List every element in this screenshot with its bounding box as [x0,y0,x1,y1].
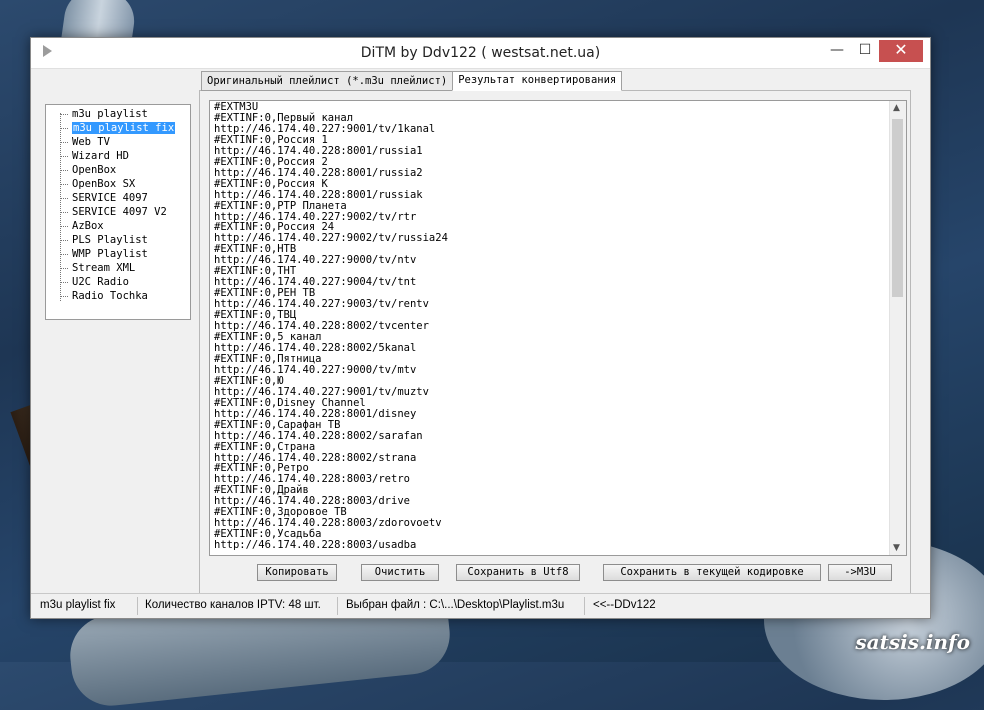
close-button[interactable]: ✕ [879,40,923,62]
title-bar[interactable]: DiTM by Ddv122 ( westsat.net.ua) — ☐ ✕ [31,38,930,69]
watermark: satsis.info [855,630,970,654]
result-line: http://46.174.40.228:8002/sarafan [214,429,423,442]
result-line: http://46.174.40.228:8003/usadba [214,539,417,552]
format-item[interactable]: Radio Tochka [46,289,190,303]
status-bar: m3u playlist fix Количество каналов IPTV… [31,593,930,618]
format-item[interactable]: OpenBox [46,163,190,177]
scrollbar-thumb[interactable] [892,119,903,297]
status-file: Выбран файл : C:\...\Desktop\Playlist.m3… [346,599,565,611]
status-separator [584,597,585,615]
result-line: #EXTINF:0,РТР Планета [214,199,347,212]
result-line: http://46.174.40.228:8001/disney [214,407,417,420]
scroll-up-arrow-icon[interactable]: ▲ [893,103,900,113]
tab-original-playlist[interactable]: Оригинальный плейлист (*.m3u плейлист) [201,71,454,91]
copy-button[interactable]: Копировать [257,564,337,581]
result-line: #EXTINF:0,Страна [214,440,316,453]
result-text-area[interactable]: #EXTM3U #EXTINF:0,Первый канал http://46.1… [209,100,907,556]
status-separator [337,597,338,615]
status-channel-count: Количество каналов IPTV: 48 шт. [145,599,321,611]
format-item[interactable]: Web TV [46,135,190,149]
format-list[interactable]: m3u playlist m3u playlist fix Web TV Wiz… [45,104,191,320]
format-item[interactable]: Stream XML [46,261,190,275]
save-utf8-button[interactable]: Сохранить в Utf8 [456,564,580,581]
tab-strip: Оригинальный плейлист (*.m3u плейлист) Ре… [201,71,623,91]
result-line: #EXTINF:0,Россия К [214,177,328,190]
result-text: #EXTM3U #EXTINF:0,Первый канал http://46.1… [214,102,448,551]
vertical-scrollbar[interactable]: ▲ ▼ [889,101,906,555]
app-window: DiTM by Ddv122 ( westsat.net.ua) — ☐ ✕ О… [30,37,931,619]
status-format: m3u playlist fix [40,599,116,611]
format-item[interactable]: WMP Playlist [46,247,190,261]
scroll-down-arrow-icon[interactable]: ▼ [893,543,900,553]
save-current-encoding-button[interactable]: Сохранить в текущей кодировке [603,564,821,581]
convert-to-m3u-button[interactable]: ->M3U [828,564,892,581]
status-separator [137,597,138,615]
format-item[interactable]: m3u playlist [46,107,190,121]
format-item[interactable]: U2C Radio [46,275,190,289]
status-author: <<--DDv122 [593,599,656,611]
clear-button[interactable]: Очистить [361,564,439,581]
format-item[interactable]: OpenBox SX [46,177,190,191]
window-title: DiTM by Ddv122 ( westsat.net.ua) [360,45,601,61]
result-line: #EXTINF:0,Сарафан ТВ [214,418,341,431]
format-item[interactable]: PLS Playlist [46,233,190,247]
format-item[interactable]: SERVICE 4097 [46,191,190,205]
format-item[interactable]: SERVICE 4097 V2 [46,205,190,219]
result-line: http://46.174.40.228:8001/russiak [214,188,423,201]
format-item-selected[interactable]: m3u playlist fix [46,121,190,135]
format-item[interactable]: AzBox [46,219,190,233]
format-item[interactable]: Wizard HD [46,149,190,163]
maximize-button[interactable]: ☐ [851,40,879,62]
tab-conversion-result[interactable]: Результат конвертирования [452,71,623,91]
minimize-button[interactable]: — [823,40,851,62]
